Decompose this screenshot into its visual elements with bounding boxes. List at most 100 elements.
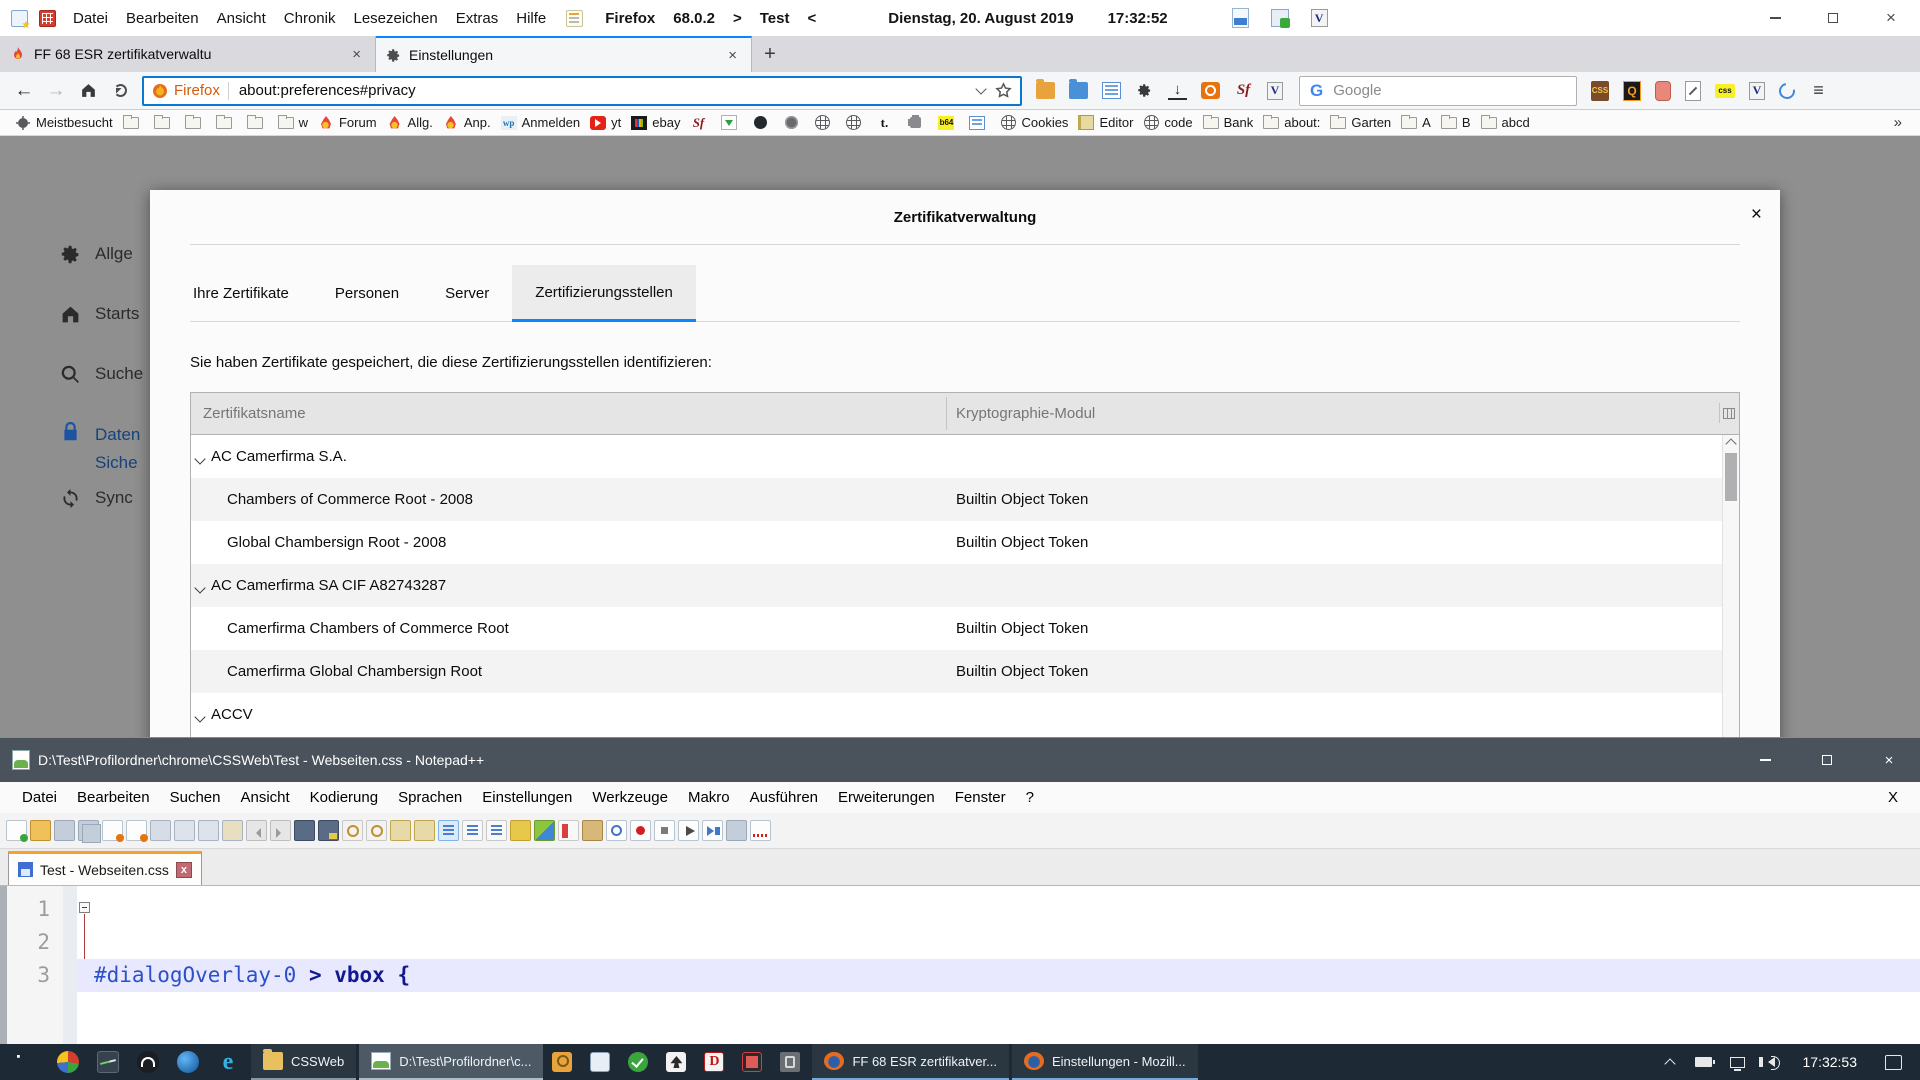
bookmark-item[interactable]: wp Anmelden — [496, 110, 586, 135]
taskbar-button-cssweb[interactable]: CSSWeb — [251, 1044, 356, 1080]
bookmark-page-icon[interactable] — [11, 10, 28, 27]
menu-item[interactable]: Sprachen — [388, 789, 472, 806]
toolbar-icon[interactable] — [342, 820, 363, 841]
action-center-icon[interactable] — [1885, 1055, 1902, 1070]
bookmark-item[interactable]: Forum — [313, 110, 382, 135]
toolbar-icon[interactable] — [318, 820, 339, 841]
taskbar-keepass[interactable] — [543, 1044, 581, 1080]
menu-item[interactable]: Einstellungen — [472, 789, 582, 806]
browser-tab-2-active[interactable]: Einstellungen × — [376, 36, 752, 72]
close-button[interactable]: × — [1862, 0, 1920, 36]
bookmark-item[interactable] — [242, 110, 273, 135]
v-addon-icon[interactable]: V — [1311, 9, 1328, 27]
table-row[interactable]: Camerfirma Chambers of Commerce Root Bui… — [191, 607, 1722, 650]
table-row[interactable]: Global Chambersign Root - 2008 Builtin O… — [191, 521, 1722, 564]
reload-button[interactable] — [104, 76, 136, 106]
quicklaunch-edge[interactable]: e — [208, 1044, 248, 1080]
toolbar-icon[interactable] — [558, 820, 579, 841]
bookmark-item[interactable] — [149, 110, 180, 135]
menu-item[interactable]: Makro — [678, 789, 740, 806]
tab-servers[interactable]: Server — [422, 265, 512, 322]
edit-doc-addon-icon[interactable] — [1685, 81, 1701, 101]
toolbar-icon[interactable] — [198, 820, 219, 841]
editor-tab-active[interactable]: Test - Webseiten.css x — [8, 851, 202, 885]
bookmark-item[interactable]: Sf — [685, 110, 716, 135]
code-editor[interactable]: 1 2 3 #dialogOverlay-0 > vbox { min-widt… — [0, 886, 1920, 1044]
bookmarks-overflow-chevron[interactable]: » — [1894, 114, 1920, 131]
menu-item[interactable]: Extras — [447, 0, 508, 36]
toolbar-icon[interactable] — [678, 820, 699, 841]
bookmark-item[interactable]: A — [1396, 110, 1436, 135]
bookmark-item[interactable]: yt — [585, 110, 626, 135]
sync-addon-icon[interactable] — [1776, 79, 1798, 101]
toolbar-icon[interactable] — [438, 820, 459, 841]
menu-item[interactable]: Ausführen — [740, 789, 828, 806]
column-header-module[interactable]: Kryptographie-Modul — [956, 405, 1095, 422]
column-header-name[interactable]: Zertifikatsname — [191, 405, 306, 422]
table-scrollbar[interactable] — [1722, 435, 1739, 749]
menu-item[interactable]: Datei — [12, 789, 67, 806]
toolbar-icon[interactable] — [462, 820, 483, 841]
orange-addon-icon[interactable] — [1201, 82, 1220, 99]
q-addon-icon[interactable]: Q — [1623, 81, 1641, 101]
bookmark-item[interactable] — [902, 110, 933, 135]
home-button[interactable] — [72, 76, 104, 106]
calc-addon-icon[interactable] — [1271, 9, 1289, 27]
bookmark-item[interactable]: abcd — [1476, 110, 1535, 135]
tab-your-certificates[interactable]: Ihre Zertifikate — [170, 265, 312, 322]
sidebar-item-search[interactable]: Suche — [60, 364, 152, 385]
menu-item[interactable]: Werkzeuge — [582, 789, 678, 806]
taskbar-remote[interactable] — [733, 1044, 771, 1080]
bookmark-item[interactable] — [964, 110, 995, 135]
taskbar-notes[interactable] — [581, 1044, 619, 1080]
css-yellow-addon-icon[interactable]: css — [1715, 84, 1735, 98]
bookmark-item[interactable] — [747, 110, 778, 135]
menu-item[interactable]: Erweiterungen — [828, 789, 945, 806]
restore-button[interactable] — [1804, 0, 1862, 36]
downloads-icon[interactable]: ↓ — [1168, 81, 1187, 100]
toolbar-icon[interactable] — [702, 820, 723, 841]
code-area[interactable]: #dialogOverlay-0 > vbox { min-width: 130… — [94, 893, 1920, 1044]
minimize-button[interactable] — [1746, 0, 1804, 36]
url-bar[interactable]: Firefox about:preferences#privacy — [142, 76, 1022, 106]
menu-item[interactable]: Datei — [64, 0, 117, 36]
bookmark-item[interactable]: Allg. — [382, 110, 438, 135]
tab-close-icon[interactable]: × — [724, 47, 741, 64]
bookmark-item[interactable] — [180, 110, 211, 135]
taskbar-d-tool[interactable]: D — [695, 1044, 733, 1080]
urlbar-dropdown-icon[interactable] — [975, 83, 986, 94]
sidebar-item-sync[interactable]: Sync — [60, 488, 152, 509]
taskbar-button-firefox-2[interactable]: Einstellungen - Mozill... — [1012, 1044, 1198, 1080]
tab-close-icon[interactable]: × — [348, 46, 365, 63]
quicklaunch-thunderbird[interactable] — [168, 1044, 208, 1080]
bookmark-item[interactable] — [716, 110, 747, 135]
bookmark-item[interactable]: ebay — [626, 110, 685, 135]
tab-people[interactable]: Personen — [312, 265, 422, 322]
bookmark-item[interactable]: t. — [871, 110, 902, 135]
list-icon[interactable] — [1102, 82, 1121, 99]
toolbar-icon[interactable] — [6, 820, 27, 841]
css-brown-addon-icon[interactable]: CSS — [1591, 81, 1609, 101]
menu-item[interactable]: Lesezeichen — [344, 0, 446, 36]
taskbar-antivirus[interactable] — [619, 1044, 657, 1080]
bookmark-item[interactable]: code — [1138, 110, 1197, 135]
toolbar-icon[interactable] — [366, 820, 387, 841]
toolbar-icon[interactable] — [54, 820, 75, 841]
toolbar-icon[interactable] — [294, 820, 315, 841]
folder-gold-icon[interactable] — [1036, 82, 1055, 99]
toolbar-icon[interactable] — [78, 820, 99, 841]
tray-battery[interactable] — [1689, 1044, 1719, 1080]
maximize-button[interactable] — [1796, 738, 1858, 782]
new-tab-button[interactable]: + — [752, 36, 788, 72]
scroll-addon-icon[interactable] — [1655, 81, 1671, 101]
start-button[interactable] — [0, 1044, 48, 1080]
sf-addon-icon[interactable]: Sf — [1234, 82, 1253, 99]
bookmark-item[interactable] — [118, 110, 149, 135]
notepadpp-titlebar[interactable]: D:\Test\Profilordner\chrome\CSSWeb\Test … — [0, 738, 1920, 782]
menu-item[interactable]: Ansicht — [208, 0, 275, 36]
sidebar-item-home[interactable]: Starts — [60, 304, 152, 325]
toolbar-icon[interactable] — [654, 820, 675, 841]
bookmark-item[interactable]: Cookies — [995, 110, 1073, 135]
bookmark-item[interactable]: b64 — [933, 110, 964, 135]
table-row[interactable]: Camerfirma Global Chambersign Root Built… — [191, 650, 1722, 693]
